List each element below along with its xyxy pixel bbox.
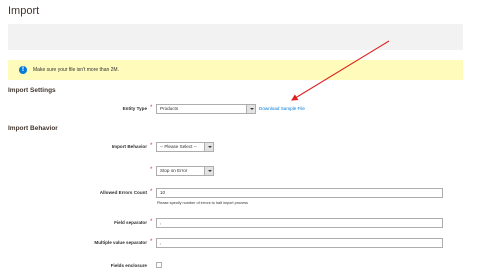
- page-actions-bar: [8, 24, 463, 50]
- import-behavior-label: Import Behavior: [111, 144, 147, 149]
- notice-message: ! Make sure your file isn't more than 2M…: [8, 60, 463, 80]
- required-marker: *: [150, 189, 153, 195]
- fields-enclosure-checkbox[interactable]: [156, 262, 162, 268]
- allowed-errors-row: Allowed Errors Count * 10 Please specify…: [0, 188, 480, 210]
- required-marker: *: [150, 167, 153, 173]
- chevron-down-icon[interactable]: [246, 105, 255, 113]
- chevron-down-icon[interactable]: [204, 167, 213, 175]
- multiple-value-separator-label: Multiple value separator: [94, 240, 147, 245]
- multiple-value-separator-row: Multiple value separator * ,: [0, 238, 480, 248]
- field-separator-row: Field separator * ,: [0, 218, 480, 228]
- multiple-value-separator-input[interactable]: ,: [156, 238, 443, 248]
- import-behavior-value: -- Please Select --: [160, 144, 197, 149]
- entity-type-label: Entity Type: [122, 106, 147, 111]
- chevron-down-icon[interactable]: [204, 143, 213, 151]
- allowed-errors-label: Allowed Errors Count: [99, 190, 147, 195]
- download-sample-file-link[interactable]: Download Sample File: [259, 106, 305, 111]
- entity-type-row: Entity Type * Products Download Sample F…: [0, 104, 480, 114]
- info-icon: !: [19, 66, 27, 74]
- validation-strategy-row: * Stop on Error: [0, 166, 480, 176]
- allowed-errors-note: Please specify number of errors to halt …: [157, 201, 248, 205]
- required-marker: *: [150, 143, 153, 149]
- entity-type-value: Products: [160, 106, 179, 111]
- field-separator-input[interactable]: ,: [156, 218, 443, 228]
- allowed-errors-input[interactable]: 10: [156, 188, 443, 198]
- validation-strategy-select[interactable]: Stop on Error: [156, 166, 214, 176]
- fields-enclosure-row: Fields enclosure: [0, 261, 480, 271]
- import-behavior-select[interactable]: -- Please Select --: [156, 142, 214, 152]
- entity-type-select[interactable]: Products: [156, 104, 256, 114]
- notice-text: Make sure your file isn't more than 2M.: [33, 67, 119, 73]
- required-marker: *: [150, 105, 153, 111]
- page-title: Import: [8, 5, 40, 17]
- import-behavior-row: Import Behavior * -- Please Select --: [0, 142, 480, 152]
- section-title-import-behavior: Import Behavior: [8, 125, 58, 132]
- fields-enclosure-label: Fields enclosure: [110, 263, 147, 268]
- validation-strategy-value: Stop on Error: [160, 168, 188, 173]
- field-separator-label: Field separator: [114, 220, 147, 225]
- required-marker: *: [150, 219, 153, 225]
- required-marker: *: [150, 239, 153, 245]
- section-title-import-settings: Import Settings: [8, 87, 56, 94]
